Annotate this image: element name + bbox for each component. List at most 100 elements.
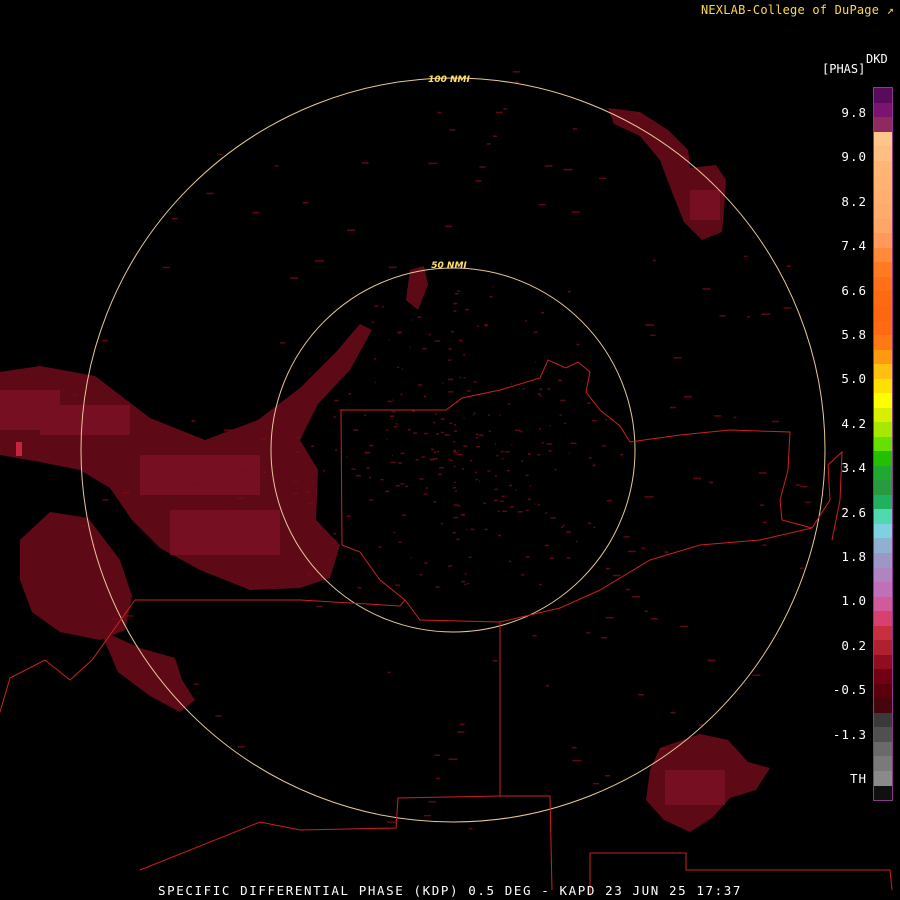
- clutter-speck: [525, 509, 529, 512]
- clutter-speck: [558, 379, 562, 382]
- clutter-speck: [632, 596, 641, 598]
- clutter-speck: [428, 162, 438, 165]
- clutter-speck: [435, 586, 440, 588]
- clutter-speck: [566, 531, 572, 533]
- clutter-speck: [512, 71, 520, 73]
- clutter-speck: [346, 515, 351, 517]
- clutter-speck: [758, 472, 767, 474]
- clutter-speck: [434, 340, 440, 342]
- clutter-speck: [664, 551, 669, 553]
- legend-color-segment: [874, 393, 892, 408]
- radar-map: 50 NMI 100 NMI: [0, 0, 900, 900]
- clutter-speck: [652, 259, 656, 262]
- clutter-speck: [539, 395, 542, 397]
- clutter-speck: [484, 324, 489, 326]
- clutter-speck: [126, 615, 134, 617]
- clutter-speck: [451, 331, 454, 333]
- legend-color-segment: [874, 465, 892, 481]
- clutter-speck: [571, 211, 580, 213]
- clutter-speck: [638, 694, 645, 696]
- clutter-speck: [761, 313, 771, 315]
- clutter-speck: [191, 483, 198, 486]
- clutter-speck: [670, 406, 676, 409]
- clutter-speck: [468, 556, 472, 559]
- clutter-speck: [419, 573, 423, 576]
- legend-color-segment: [874, 596, 892, 612]
- clutter-speck: [500, 450, 504, 453]
- clutter-speck: [381, 306, 384, 308]
- legend-color-segment: [874, 407, 892, 423]
- clutter-speck: [641, 547, 646, 550]
- clutter-speck: [442, 382, 444, 384]
- clutter-speck: [449, 459, 453, 462]
- clutter-speck: [464, 583, 467, 586]
- clutter-speck: [369, 476, 372, 479]
- legend-color-segment: [874, 654, 892, 670]
- legend-color-segment: [874, 189, 892, 205]
- legend-color-segment: [874, 712, 892, 728]
- clutter-speck: [274, 165, 279, 167]
- clutter-speck: [395, 485, 400, 487]
- clutter-speck: [456, 453, 461, 456]
- clutter-speck: [224, 510, 229, 512]
- clutter-speck: [549, 557, 554, 560]
- clutter-speck: [387, 400, 392, 403]
- clutter-speck: [295, 451, 300, 453]
- clutter-speck: [509, 560, 511, 563]
- clutter-speck: [316, 605, 323, 608]
- clutter-speck: [486, 143, 491, 145]
- clutter-speck: [412, 410, 416, 412]
- legend-label: 7.4: [841, 238, 867, 254]
- clutter-speck: [334, 399, 339, 402]
- clutter-speck: [462, 468, 464, 470]
- clutter-speck: [805, 501, 811, 504]
- legend-label: 1.8: [841, 549, 867, 564]
- clutter-speck: [474, 471, 477, 473]
- clutter-speck: [492, 135, 497, 137]
- legend-label: 9.0: [841, 149, 867, 165]
- clutter-speck: [434, 413, 437, 415]
- clutter-speck: [424, 814, 431, 817]
- range-ring-label-100: 100 NMI: [428, 75, 470, 85]
- clutter-speck: [525, 320, 528, 322]
- clutter-speck: [456, 538, 460, 541]
- clutter-speck: [218, 153, 223, 156]
- clutter-speck: [424, 395, 426, 398]
- clutter-speck: [449, 422, 453, 425]
- clutter-speck: [424, 432, 429, 435]
- legend-label: 0.2: [841, 637, 867, 653]
- legend-color-segment: [874, 233, 892, 248]
- legend-color-segment: [874, 683, 892, 699]
- clutter-speck: [386, 438, 388, 440]
- legend-color-segment: [874, 305, 892, 321]
- clutter-speck: [528, 498, 531, 501]
- clutter-speck: [215, 715, 222, 717]
- clutter-speck: [380, 478, 384, 481]
- clutter-speck: [243, 470, 250, 473]
- clutter-speck: [463, 354, 466, 356]
- clutter-speck: [679, 625, 688, 628]
- legend-color-segment: [874, 175, 892, 190]
- product-footer: SPECIFIC DIFFERENTIAL PHASE (KDP) 0.5 DE…: [157, 883, 743, 898]
- legend-color-segment: [874, 785, 892, 801]
- legend-color-segment: [874, 494, 892, 510]
- clutter-speck: [599, 177, 607, 180]
- clutter-speck: [463, 417, 465, 420]
- clutter-speck: [422, 347, 427, 350]
- clutter-speck: [400, 452, 405, 455]
- clutter-speck: [459, 723, 465, 726]
- clutter-speck: [560, 399, 566, 402]
- clutter-speck: [545, 512, 548, 514]
- clutter-speck: [252, 212, 260, 214]
- clutter-speck: [489, 296, 493, 298]
- clutter-speck: [293, 480, 298, 483]
- legend-color-segment: [874, 335, 892, 350]
- clutter-speck: [296, 436, 302, 439]
- clutter-speck: [433, 501, 437, 503]
- clutter-speck: [783, 307, 792, 309]
- legend-color-segment: [874, 422, 892, 437]
- legend-color-segment: [874, 567, 892, 583]
- clutter-speck: [593, 526, 596, 529]
- clutter-speck: [515, 429, 521, 431]
- legend-color-segment: [874, 320, 892, 336]
